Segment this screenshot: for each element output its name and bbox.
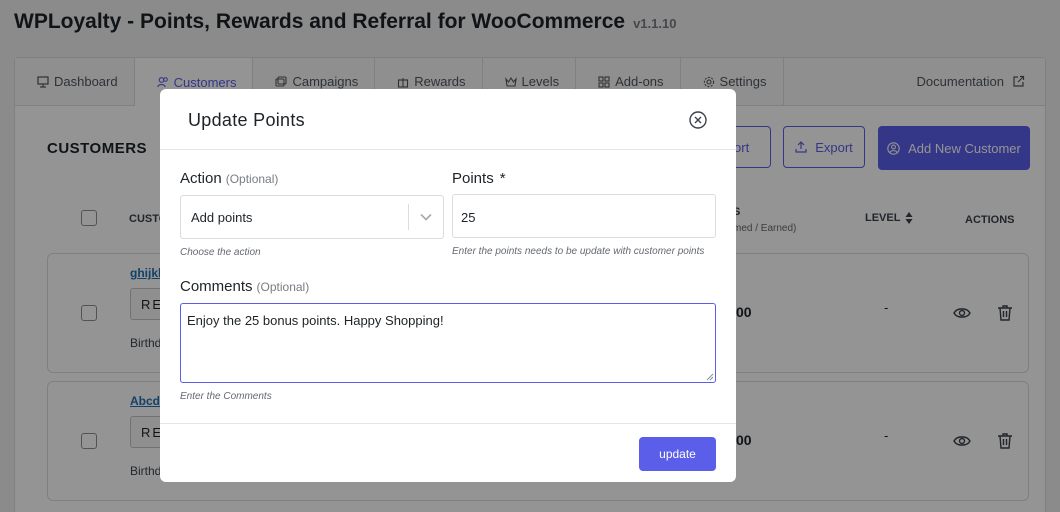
comments-optional-text: (Optional)	[256, 280, 310, 294]
points-input[interactable]: 25	[452, 194, 716, 238]
action-label-text: Action	[180, 170, 222, 187]
close-icon[interactable]	[688, 110, 708, 130]
update-label: update	[659, 447, 696, 461]
action-help: Choose the action	[180, 247, 261, 258]
comments-label-text: Comments	[180, 278, 253, 295]
action-select-value: Add points	[191, 209, 253, 225]
comments-label: Comments (Optional)	[180, 278, 309, 295]
modal-footer: update	[160, 423, 736, 482]
update-button[interactable]: update	[639, 437, 716, 471]
action-select[interactable]: Add points	[180, 195, 444, 239]
comments-textarea[interactable]: Enjoy the 25 bonus points. Happy Shoppin…	[180, 303, 716, 383]
points-label-text: Points	[452, 170, 494, 187]
modal-title: Update Points	[188, 110, 305, 130]
update-points-modal: Update Points Action (Optional) Add point…	[160, 89, 736, 482]
points-help: Enter the points needs to be update with…	[452, 246, 705, 257]
modal-header: Update Points	[160, 89, 736, 150]
comments-text: Enjoy the 25 bonus points. Happy Shoppin…	[187, 313, 444, 328]
action-label: Action (Optional)	[180, 170, 278, 187]
chevron-down-icon[interactable]	[409, 195, 443, 239]
resize-handle-icon[interactable]	[706, 373, 714, 381]
required-asterisk: *	[499, 170, 506, 187]
comments-help: Enter the Comments	[180, 391, 272, 402]
action-optional-text: (Optional)	[225, 172, 279, 186]
points-label: Points *	[452, 170, 506, 187]
